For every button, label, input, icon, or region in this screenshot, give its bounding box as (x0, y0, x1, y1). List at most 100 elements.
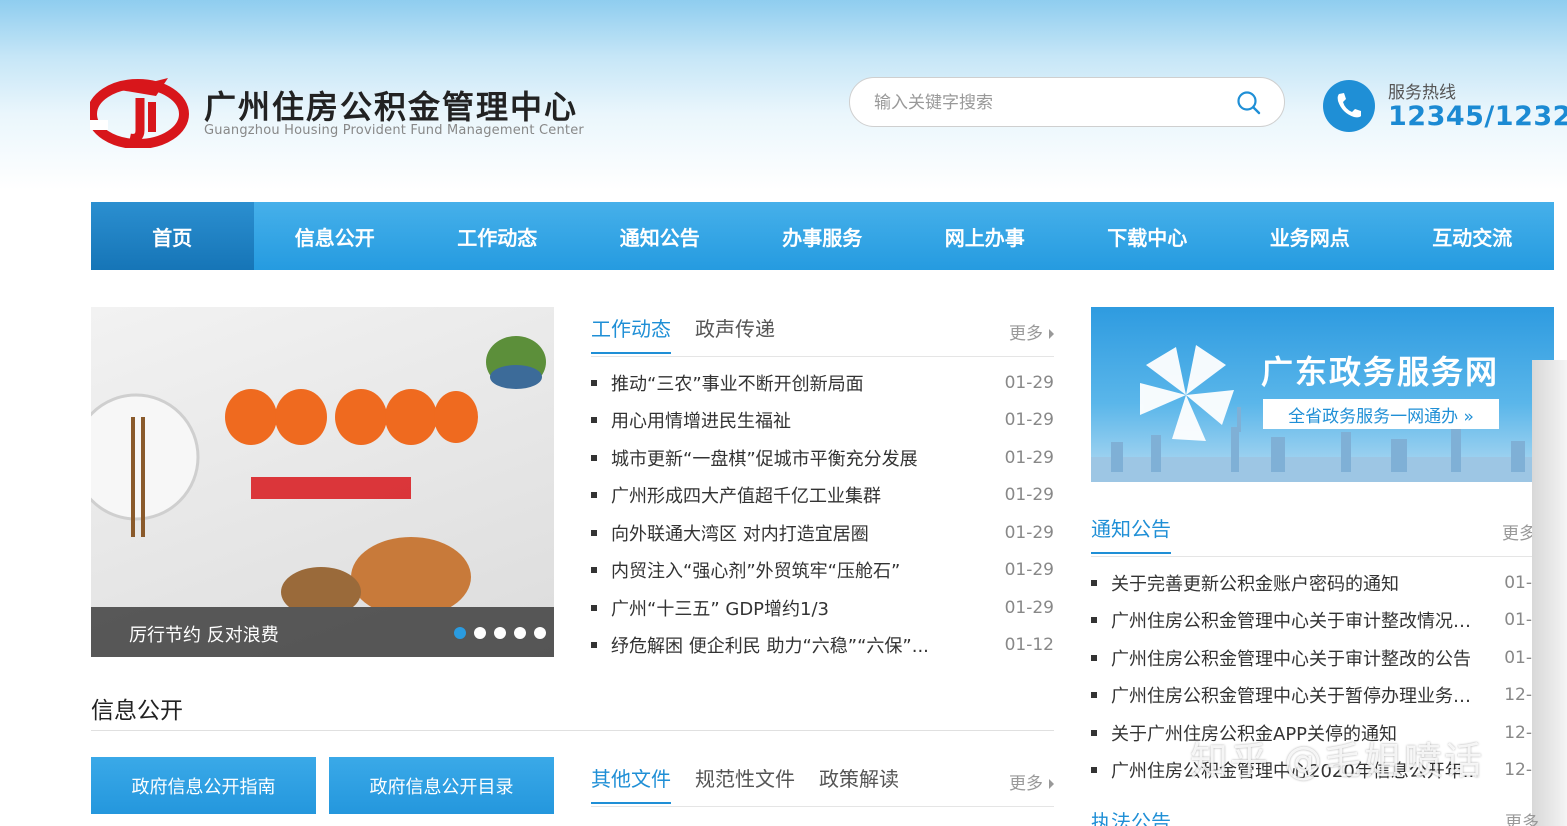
more-label: 更多 (1009, 324, 1043, 344)
notice-date: 12- (1504, 722, 1532, 743)
nav-item-downloads[interactable]: 下载中心 (1066, 202, 1229, 270)
bullet-icon (591, 642, 597, 649)
list-item[interactable]: 广州住房公积金管理中心关于暂停办理业务通知 12- (1091, 677, 1532, 715)
bullet-icon (591, 492, 597, 499)
list-item[interactable]: 城市更新“一盘棋”促城市平衡充分发展 01-29 (591, 439, 1054, 477)
enforcement-more-link[interactable]: 更多 (1505, 808, 1539, 826)
gov-service-banner[interactable]: 广东政务服务网 全省政务服务一网通办 » (1091, 307, 1554, 482)
banner-caption: 厉行节约 反对浪费 (129, 625, 279, 646)
nav-item-online[interactable]: 网上办事 (904, 202, 1067, 270)
logo-icon[interactable] (90, 72, 190, 148)
bullet-icon (1091, 579, 1097, 586)
list-item[interactable]: 广州“十三五” GDP增约1/3 01-29 (591, 589, 1054, 627)
main-nav: 首页 信息公开 工作动态 通知公告 办事服务 网上办事 下载中心 业务网点 互动… (91, 202, 1554, 270)
nav-item-notices[interactable]: 通知公告 (579, 202, 742, 270)
work-news-tabs: 工作动态 政声传递 更多 (591, 313, 1054, 357)
nav-item-interaction[interactable]: 互动交流 (1391, 202, 1554, 270)
news-date: 01-29 (1004, 522, 1054, 543)
bullet-icon (591, 379, 597, 386)
slider-dot-5[interactable] (534, 627, 546, 639)
gov-info-catalog-button[interactable]: 政府信息公开目录 (329, 757, 554, 814)
bullet-icon (591, 417, 597, 424)
slider-dot-3[interactable] (494, 627, 506, 639)
section-divider (91, 730, 1054, 731)
watermark: 知乎 @毛姐喷话 (1190, 739, 1485, 783)
nav-item-services[interactable]: 办事服务 (741, 202, 904, 270)
bullet-icon (591, 529, 597, 536)
slider-dots (454, 627, 546, 639)
slider-dot-2[interactable] (474, 627, 486, 639)
notices-tabs: 通知公告 更多 (1091, 513, 1536, 557)
list-item[interactable]: 广州住房公积金管理中心关于审计整改情况的... 01- (1091, 602, 1532, 640)
gov-info-guide-button[interactable]: 政府信息公开指南 (91, 757, 316, 814)
slider-dot-4[interactable] (514, 627, 526, 639)
tab-notices[interactable]: 通知公告 (1091, 513, 1171, 554)
work-news-more-link[interactable]: 更多 (1009, 319, 1054, 344)
bullet-icon (591, 567, 597, 574)
tab-policy-voice[interactable]: 政声传递 (695, 313, 775, 352)
news-title: 向外联通大湾区 对内打造宜居圈 (611, 523, 869, 545)
work-news-list: 推动“三农”事业不断开创新局面 01-29 用心用情增进民生福祉 01-29 城市更… (591, 364, 1054, 664)
list-item[interactable]: 向外联通大湾区 对内打造宜居圈 01-29 (591, 514, 1054, 552)
banner-slider[interactable]: 厉行节约 反对浪费 (91, 307, 554, 657)
notices-more-link[interactable]: 更多 (1502, 519, 1536, 544)
nav-item-home[interactable]: 首页 (91, 202, 254, 270)
list-item[interactable]: 用心用情增进民生福祉 01-29 (591, 402, 1054, 440)
news-date: 01-29 (1004, 447, 1054, 468)
slider-dot-1[interactable] (454, 627, 466, 639)
gov-banner-button[interactable]: 全省政务服务一网通办 » (1263, 399, 1499, 429)
notice-date: 01- (1504, 610, 1532, 631)
news-title: 推动“三农”事业不断开创新局面 (611, 373, 864, 395)
bullet-icon (1091, 692, 1097, 699)
site-subtitle: Guangzhou Housing Provident Fund Managem… (204, 123, 584, 138)
bullet-icon (591, 454, 597, 461)
hotline-label: 服务热线 (1388, 83, 1456, 103)
info-public-heading: 信息公开 (91, 698, 183, 724)
nav-item-branches[interactable]: 业务网点 (1229, 202, 1392, 270)
news-title: 城市更新“一盘棋”促城市平衡充分发展 (611, 448, 918, 470)
news-date: 01-29 (1004, 597, 1054, 618)
hotline-number: 12345/12329 (1388, 101, 1567, 132)
nav-item-info-public[interactable]: 信息公开 (254, 202, 417, 270)
news-title: 用心用情增进民生福祉 (611, 411, 791, 433)
news-title: 纾危解困 便企利民 助力“六稳”“六保”... (611, 636, 929, 658)
site-title: 广州住房公积金管理中心 (204, 88, 579, 126)
search-input[interactable] (874, 88, 1214, 118)
news-date: 01-29 (1004, 372, 1054, 393)
search-box (849, 77, 1285, 127)
bullet-icon (1091, 654, 1097, 661)
notice-date: 01- (1504, 647, 1532, 668)
list-item[interactable]: 广州住房公积金管理中心关于审计整改的公告 01- (1091, 639, 1532, 677)
notice-title: 关于完善更新公积金账户密码的通知 (1111, 573, 1399, 595)
news-title: 内贸注入“强心剂”外贸筑牢“压舱石” (611, 561, 901, 583)
banner-caption-bar: 厉行节约 反对浪费 (91, 607, 554, 657)
search-icon[interactable] (1236, 90, 1262, 116)
list-item[interactable]: 推动“三农”事业不断开创新局面 01-29 (591, 364, 1054, 402)
tab-work-news[interactable]: 工作动态 (591, 313, 671, 354)
notice-title: 广州住房公积金管理中心关于审计整改情况的... (1111, 611, 1481, 633)
enforcement-heading[interactable]: 执法公告 (1091, 806, 1171, 826)
chevron-right-icon (1049, 329, 1054, 339)
notice-title: 广州住房公积金管理中心关于暂停办理业务通知 (1111, 686, 1481, 708)
list-item[interactable]: 广州形成四大产值超千亿工业集群 01-29 (591, 477, 1054, 515)
phone-icon (1323, 80, 1375, 132)
scroll-edge (1532, 360, 1567, 826)
files-more-link[interactable]: 更多 (1009, 769, 1054, 794)
nav-item-work-news[interactable]: 工作动态 (416, 202, 579, 270)
list-item[interactable]: 纾危解困 便企利民 助力“六稳”“六保”... 01-12 (591, 627, 1054, 665)
notice-title: 广州住房公积金管理中心关于审计整改的公告 (1111, 648, 1471, 670)
news-title: 广州形成四大产值超千亿工业集群 (611, 486, 881, 508)
news-date: 01-29 (1004, 485, 1054, 506)
news-date: 01-12 (1004, 635, 1054, 656)
list-item[interactable]: 内贸注入“强心剂”外贸筑牢“压舱石” 01-29 (591, 552, 1054, 590)
list-item[interactable]: 关于完善更新公积金账户密码的通知 01- (1091, 564, 1532, 602)
gov-banner-graphic (1091, 345, 1554, 482)
tab-normative-files[interactable]: 规范性文件 (695, 763, 795, 802)
bullet-icon (591, 604, 597, 611)
tab-policy-interpretation[interactable]: 政策解读 (819, 763, 899, 802)
gov-banner-title: 广东政务服务网 (1261, 353, 1500, 391)
more-label: 更多 (1009, 774, 1043, 794)
bullet-icon (1091, 767, 1097, 774)
bullet-icon (1091, 617, 1097, 624)
tab-other-files[interactable]: 其他文件 (591, 763, 671, 804)
